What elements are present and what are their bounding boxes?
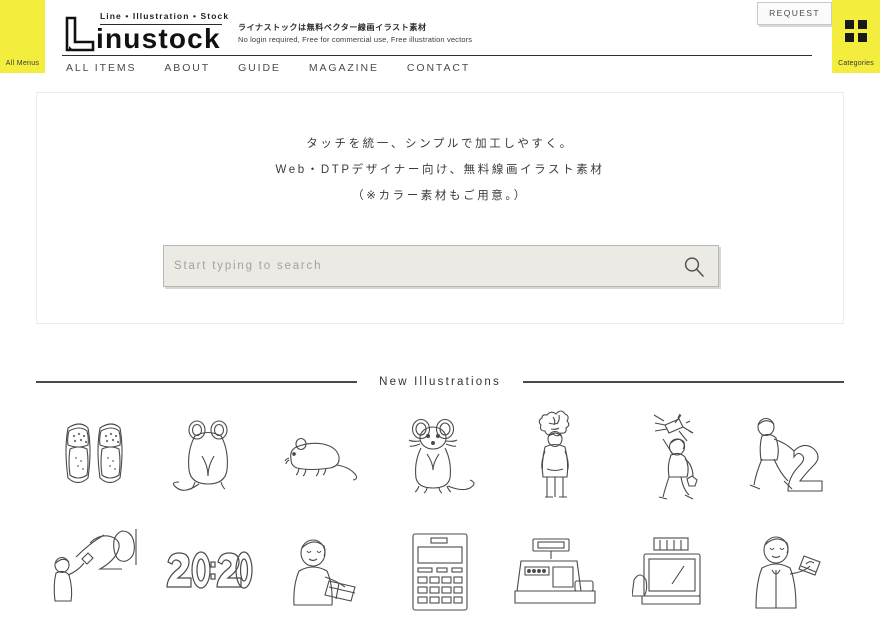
illustration-item-sandals-pair[interactable] bbox=[36, 404, 152, 509]
all-menus-button[interactable]: All Menus bbox=[0, 0, 45, 73]
nav-item-guide[interactable]: GUIDE bbox=[238, 62, 281, 74]
request-button[interactable]: REQUEST bbox=[757, 2, 832, 25]
heading-rule-right bbox=[522, 381, 845, 383]
sandals-pair-icon bbox=[65, 422, 123, 483]
categories-label: Categories bbox=[838, 60, 874, 67]
cash-register-icon bbox=[514, 537, 596, 604]
hero-line-3: （※カラー素材もご用意。） bbox=[352, 190, 528, 202]
person-carrying-box-icon bbox=[292, 538, 356, 606]
nav-item-all-items[interactable]: ALL ITEMS bbox=[66, 62, 136, 74]
illustration-item-person-carrying-box[interactable] bbox=[266, 519, 383, 624]
all-menus-label: All Menus bbox=[5, 60, 40, 67]
illustration-item-desktop-monitor[interactable] bbox=[613, 519, 729, 624]
search-input[interactable] bbox=[164, 246, 674, 286]
calculator-icon bbox=[412, 532, 468, 611]
main-navigation: ALL ITEMS ABOUT GUIDE MAGAZINE CONTACT bbox=[66, 62, 470, 74]
illustration-item-person-holding-card[interactable] bbox=[728, 519, 844, 624]
new-illustrations-heading: New Illustrations bbox=[0, 372, 880, 392]
person-with-numbers-201-icon bbox=[53, 528, 137, 602]
section-title: New Illustrations bbox=[379, 376, 501, 388]
illustration-item-person-spraying-confetti[interactable] bbox=[613, 404, 729, 509]
number-2020-glasses-icon bbox=[166, 550, 253, 589]
hero-line-1: タッチを統一、シンプルで加工しやすく。 bbox=[306, 138, 574, 150]
person-holding-card-icon bbox=[755, 535, 821, 609]
site-logo[interactable]: Line • Illustration • Stock inustock bbox=[62, 6, 237, 54]
illustration-item-calculator[interactable] bbox=[382, 519, 498, 624]
header-tagline-jp: ライナストックは無料ベクター線画イラスト素材 bbox=[238, 23, 427, 32]
nav-item-contact[interactable]: CONTACT bbox=[407, 62, 470, 74]
header-divider bbox=[62, 55, 812, 56]
mouse-side-view-icon bbox=[284, 437, 357, 481]
person-holding-bouquet-icon bbox=[539, 409, 570, 498]
search-bar[interactable] bbox=[163, 245, 719, 287]
person-spraying-confetti-icon bbox=[653, 413, 698, 500]
l-monogram-icon bbox=[65, 16, 95, 52]
illustration-item-mouse-back-view[interactable] bbox=[151, 404, 267, 509]
categories-button[interactable]: Categories bbox=[832, 0, 880, 73]
mouse-back-view-icon bbox=[173, 419, 229, 491]
header-tagline-en: No login required, Free for commercial u… bbox=[238, 35, 473, 44]
heading-rule-left bbox=[36, 381, 358, 383]
illustration-grid bbox=[36, 404, 844, 624]
illustration-item-mouse-side-view[interactable] bbox=[266, 404, 383, 509]
person-pushing-number-two-icon bbox=[750, 417, 823, 492]
header-tagline: ライナストックは無料ベクター線画イラスト素材 No login required… bbox=[238, 22, 498, 46]
site-header: All Menus Line • Illustration • Stock in… bbox=[0, 0, 880, 80]
illustration-item-person-with-numbers-201[interactable] bbox=[36, 519, 152, 624]
grid-2x2-icon bbox=[845, 20, 867, 42]
illustration-item-mouse-front-view[interactable] bbox=[382, 404, 498, 509]
hero-line-2: Web・DTPデザイナー向け、無料線画イラスト素材 bbox=[275, 164, 605, 176]
desktop-monitor-icon bbox=[631, 536, 701, 605]
hero-copy: タッチを統一、シンプルで加工しやすく。 Web・DTPデザイナー向け、無料線画イ… bbox=[37, 131, 843, 209]
illustration-item-cash-register[interactable] bbox=[497, 519, 614, 624]
search-icon[interactable] bbox=[682, 255, 706, 279]
logo-tagline: Line • Illustration • Stock bbox=[100, 11, 230, 21]
nav-item-magazine[interactable]: MAGAZINE bbox=[309, 62, 379, 74]
mouse-front-view-icon bbox=[408, 418, 475, 493]
nav-item-about[interactable]: ABOUT bbox=[164, 62, 210, 74]
logo-wordmark: inustock bbox=[96, 23, 221, 54]
illustration-item-person-pushing-number-two[interactable] bbox=[728, 404, 844, 509]
illustration-item-person-holding-bouquet[interactable] bbox=[497, 404, 614, 509]
illustration-item-number-2020-glasses[interactable] bbox=[151, 519, 267, 624]
hero-panel: タッチを統一、シンプルで加工しやすく。 Web・DTPデザイナー向け、無料線画イ… bbox=[36, 92, 844, 324]
